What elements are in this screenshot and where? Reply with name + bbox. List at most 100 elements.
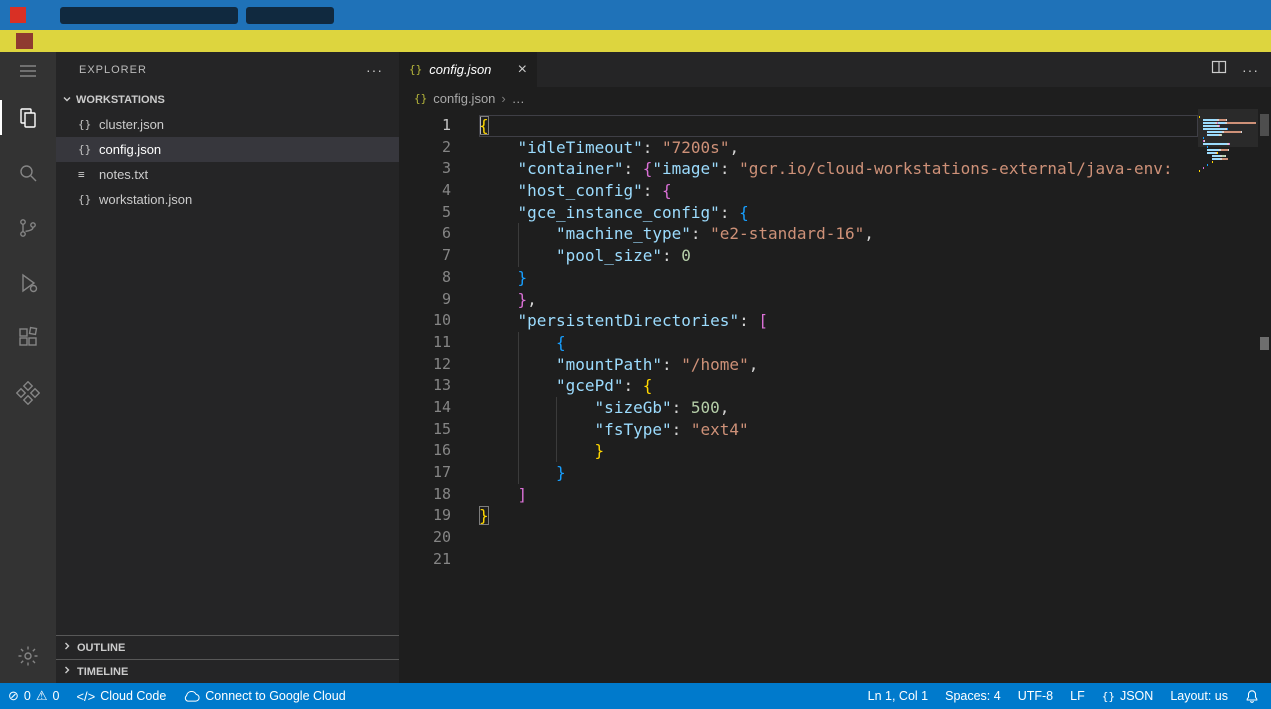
settings-gear-button[interactable] (0, 628, 56, 683)
run-debug-icon (16, 271, 40, 295)
breadcrumb-file[interactable]: config.json (433, 91, 495, 106)
code-line-6[interactable]: 6"machine_type": "e2-standard-16", (399, 223, 1198, 245)
section-timeline[interactable]: TIMELINE (56, 659, 399, 683)
diamond-sparkle-icon (16, 381, 40, 405)
code-line-9[interactable]: 9}, (399, 289, 1198, 311)
run-debug-button[interactable] (0, 255, 56, 310)
search-icon (16, 161, 40, 185)
chevron-right-icon (62, 665, 72, 678)
code-icon: </> (76, 689, 95, 704)
split-editor-button[interactable] (1211, 59, 1227, 80)
code-line-15[interactable]: 15"fsType": "ext4" (399, 419, 1198, 441)
breadcrumb[interactable]: {} config.json › … (399, 87, 1271, 109)
code-line-20[interactable]: 20 (399, 527, 1198, 549)
code-lines: 1{2"idleTimeout": "7200s",3"container": … (399, 115, 1198, 570)
file-row-workstation.json[interactable]: {} workstation.json (56, 187, 399, 212)
code-editor[interactable]: 1{2"idleTimeout": "7200s",3"container": … (399, 109, 1271, 683)
explorer-more-actions-button[interactable]: ··· (366, 52, 383, 88)
code-line-14[interactable]: 14"sizeGb": 500, (399, 397, 1198, 419)
code-line-4[interactable]: 4"host_config": { (399, 180, 1198, 202)
line-number: 4 (399, 180, 451, 202)
scrollbar-marker (1260, 337, 1269, 350)
encoding-setting[interactable]: UTF-8 (1018, 689, 1053, 703)
line-number: 3 (399, 158, 451, 180)
tab-bar: {} config.json × ··· (399, 52, 1271, 87)
browser-tab[interactable] (246, 7, 334, 24)
extensions-button[interactable] (0, 310, 56, 365)
file-name: notes.txt (99, 167, 148, 182)
code-line-11[interactable]: 11{ (399, 332, 1198, 354)
code-line-17[interactable]: 17} (399, 462, 1198, 484)
breadcrumb-more[interactable]: … (512, 91, 525, 106)
minimap[interactable] (1199, 116, 1256, 179)
titlebar-red-badge (10, 7, 26, 23)
source-control-button[interactable] (0, 200, 56, 255)
line-number: 7 (399, 245, 451, 267)
code-line-2[interactable]: 2"idleTimeout": "7200s", (399, 137, 1198, 159)
file-row-cluster.json[interactable]: {} cluster.json (56, 112, 399, 137)
scrollbar-thumb[interactable] (1260, 114, 1269, 136)
file-row-config.json[interactable]: {}config.json (56, 137, 399, 162)
menu-button[interactable] (0, 52, 56, 90)
code-line-13[interactable]: 13"gcePd": { (399, 375, 1198, 397)
chevron-down-icon (62, 94, 72, 107)
line-number: 17 (399, 462, 451, 484)
code-line-10[interactable]: 10"persistentDirectories": [ (399, 310, 1198, 332)
errors-icon: ⊘ (8, 688, 19, 704)
code-line-5[interactable]: 5"gce_instance_config": { (399, 202, 1198, 224)
eol-setting[interactable]: LF (1070, 689, 1085, 703)
line-number: 13 (399, 375, 451, 397)
breadcrumb-separator: › (501, 91, 505, 106)
section-outline[interactable]: OUTLINE (56, 635, 399, 659)
line-number: 6 (399, 223, 451, 245)
json-file-icon: {} (78, 193, 92, 206)
tab-config-json[interactable]: {} config.json × (399, 52, 537, 87)
cloud-code-label: Cloud Code (100, 689, 166, 703)
notifications-bell-button[interactable] (1245, 689, 1259, 704)
chevron-right-icon (62, 641, 72, 654)
code-line-3[interactable]: 3"container": {"image": "gcr.io/cloud-wo… (399, 158, 1198, 180)
code-line-16[interactable]: 16} (399, 440, 1198, 462)
code-line-1[interactable]: 1{ (399, 115, 1198, 137)
code-line-7[interactable]: 7"pool_size": 0 (399, 245, 1198, 267)
line-number: 10 (399, 310, 451, 332)
file-name: workstation.json (99, 192, 192, 207)
json-file-icon: {} (78, 118, 92, 131)
source-control-icon (16, 216, 40, 240)
section-workstations[interactable]: WORKSTATIONS (56, 88, 399, 112)
warning-count: 0 (53, 689, 60, 703)
cursor-position[interactable]: Ln 1, Col 1 (868, 689, 928, 703)
section-label: WORKSTATIONS (76, 94, 165, 106)
indentation-setting[interactable]: Spaces: 4 (945, 689, 1001, 703)
connect-google-cloud-button[interactable]: Connect to Google Cloud (183, 689, 345, 703)
close-tab-icon[interactable]: × (518, 62, 527, 78)
line-number: 12 (399, 354, 451, 376)
warnings-icon: ⚠ (36, 688, 48, 704)
browser-tab[interactable] (60, 7, 238, 24)
file-name: cluster.json (99, 117, 164, 132)
code-line-8[interactable]: 8} (399, 267, 1198, 289)
explorer-sidebar: EXPLORER ··· WORKSTATIONS {}cluster.json… (56, 52, 399, 683)
code-line-18[interactable]: 18] (399, 484, 1198, 506)
code-line-12[interactable]: 12"mountPath": "/home", (399, 354, 1198, 376)
explorer-view-button[interactable] (0, 90, 56, 145)
line-number: 5 (399, 202, 451, 224)
status-bar: ⊘ 0 ⚠ 0 </> Cloud Code Connect to Google… (0, 683, 1271, 709)
banner-logo (16, 33, 33, 49)
cloud-code-status-button[interactable]: </> Cloud Code (76, 689, 166, 704)
line-number: 11 (399, 332, 451, 354)
json-file-icon: {} (409, 63, 422, 76)
error-count: 0 (24, 689, 31, 703)
bell-icon (1245, 689, 1259, 704)
editor-more-actions-button[interactable]: ··· (1242, 62, 1259, 78)
code-line-21[interactable]: 21 (399, 549, 1198, 571)
language-mode[interactable]: {} JSON (1102, 689, 1154, 703)
code-line-19[interactable]: 19} (399, 505, 1198, 527)
cloud-code-view-button[interactable] (0, 365, 56, 420)
editor-group: {} config.json × ··· {} config.json › … … (399, 52, 1271, 683)
file-name: config.json (99, 142, 161, 157)
file-row-notes.txt[interactable]: ≡notes.txt (56, 162, 399, 187)
problems-indicator[interactable]: ⊘ 0 ⚠ 0 (8, 688, 59, 704)
keyboard-layout[interactable]: Layout: us (1170, 689, 1228, 703)
search-view-button[interactable] (0, 145, 56, 200)
